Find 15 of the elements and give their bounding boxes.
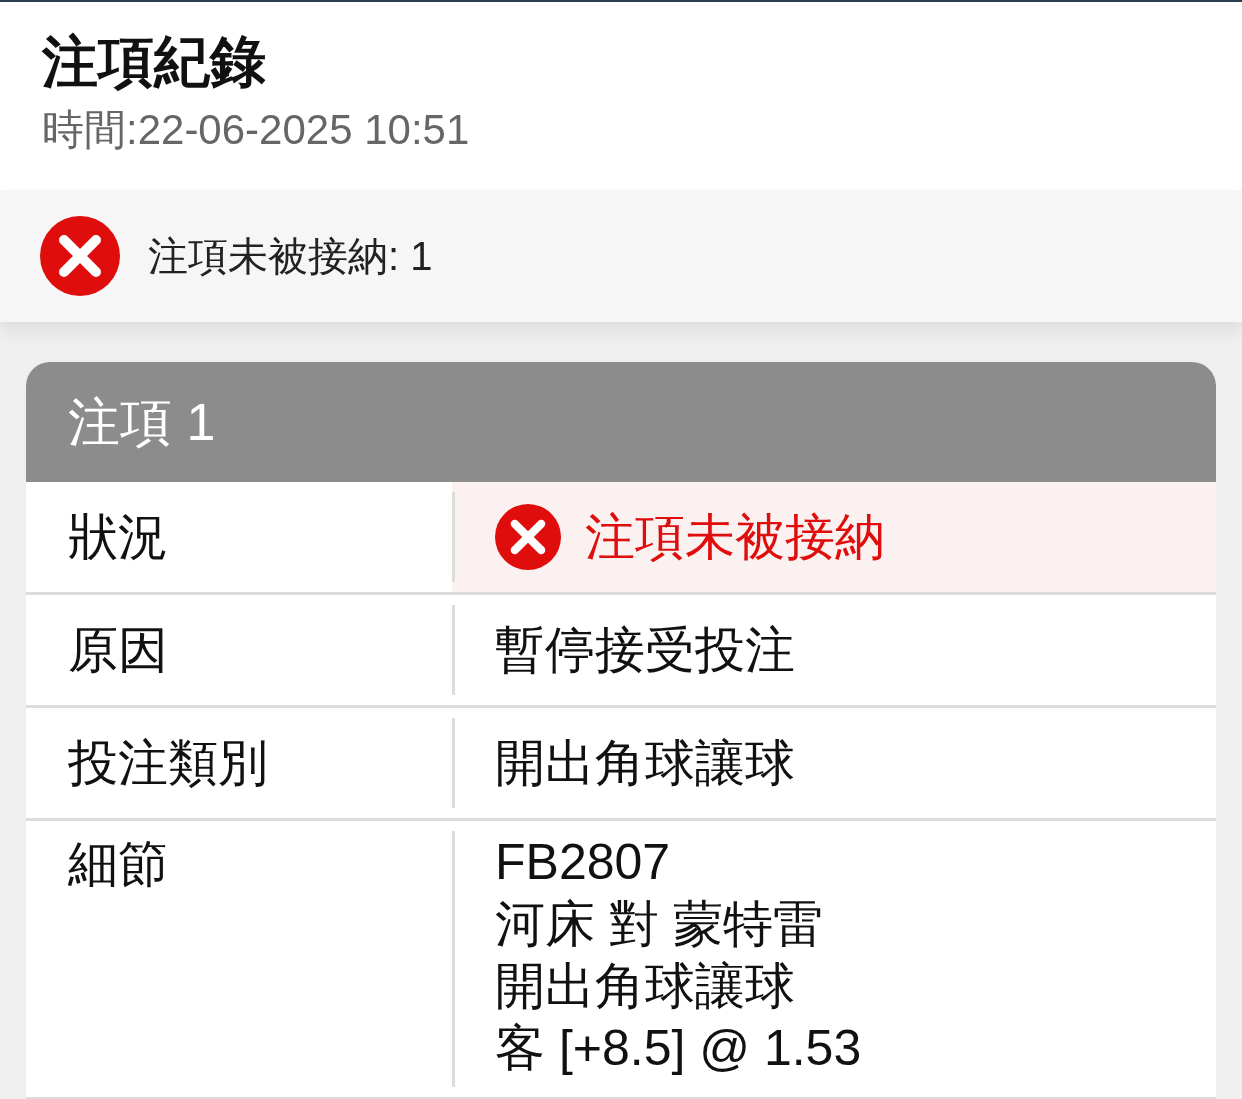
detail-line: 開出角球讓球 xyxy=(495,957,796,1016)
detail-line: 客 [+8.5] @ 1.53 xyxy=(495,1019,863,1078)
card-title: 注項 1 xyxy=(68,392,216,453)
detail-line: FB2807 xyxy=(495,833,672,892)
row-value: 開出角球讓球 xyxy=(495,733,795,793)
detail-line: 河床 對 蒙特雷 xyxy=(495,895,824,954)
row-label: 細節 xyxy=(68,835,168,894)
row-label: 原因 xyxy=(68,621,168,680)
timestamp: 時間:22-06-2025 10:51 xyxy=(42,105,471,155)
row-label: 投注類別 xyxy=(68,734,268,793)
status-text: 注項未被接納 xyxy=(585,507,885,567)
row-value: 暫停接受投注 xyxy=(495,620,795,680)
page-title: 注項紀錄 xyxy=(42,29,267,95)
summary-text: 注項未被接納: 1 xyxy=(148,233,433,280)
row-label: 狀況 xyxy=(68,508,168,567)
